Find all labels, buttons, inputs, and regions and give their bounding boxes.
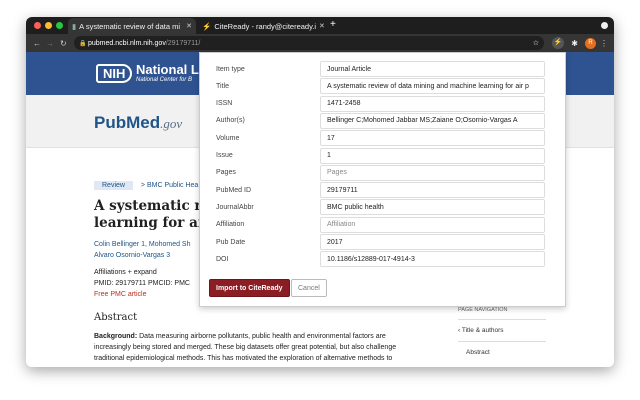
tab-pubmed[interactable]: ▮ A systematic review of data mi ✕: [68, 18, 196, 34]
abstract-text: Background: Data measuring airborne poll…: [94, 333, 397, 362]
profile-avatar[interactable]: R: [585, 37, 596, 49]
field-row: JournalAbbr BMC public health: [216, 199, 545, 216]
field-row: ISSN 1471-2458: [216, 95, 545, 112]
field-label: Author(s): [216, 117, 245, 125]
tab-citeready[interactable]: ⚡ CiteReady - randy@citeready.i ✕: [198, 18, 325, 34]
tab-bar: ▮ A systematic review of data mi ✕ ⚡ Cit…: [26, 17, 614, 34]
bookmark-star-icon[interactable]: ☆: [533, 39, 539, 47]
field-label: Pub Date: [216, 238, 246, 246]
nih-logo[interactable]: NIH: [96, 64, 133, 83]
close-tab-icon[interactable]: ✕: [186, 22, 192, 30]
journal-link[interactable]: > BMC Public Hea: [141, 182, 198, 189]
page-icon: ▮: [72, 21, 77, 31]
back-icon[interactable]: ←: [33, 39, 41, 48]
issue-input[interactable]: 1: [320, 147, 545, 164]
pub-date-input[interactable]: 2017: [320, 234, 545, 250]
nav-title-authors[interactable]: ‹ Title & authors: [458, 319, 546, 341]
pages-input[interactable]: Pages: [320, 164, 545, 181]
page-navigation: PAGE NAVIGATION ‹ Title & authors Abstra…: [458, 307, 546, 363]
pubmed-id-input[interactable]: 29179711: [320, 182, 545, 199]
extensions-icon[interactable]: ✱: [571, 39, 578, 48]
field-label: PubMed ID: [216, 186, 252, 194]
menu-icon[interactable]: ⋮: [600, 39, 608, 48]
reload-icon[interactable]: ↻: [60, 39, 67, 48]
journalabbr-input[interactable]: BMC public health: [320, 199, 545, 216]
field-row: DOI 10.1186/s12889-017-4914-3: [216, 251, 545, 268]
field-label: Pages: [216, 169, 236, 177]
pubmed-logo[interactable]: PubMed.gov: [94, 113, 182, 133]
volume-input[interactable]: 17: [320, 130, 545, 147]
import-button[interactable]: Import to CiteReady: [209, 279, 290, 297]
close-tab-icon[interactable]: ✕: [319, 22, 325, 30]
citeready-import-popup: Import to CiteReady Cancel Item type Jour…: [199, 52, 566, 307]
cancel-button[interactable]: Cancel: [291, 279, 327, 297]
browser-toolbar: ← → ↻ 🔒 pubmed.ncbi.nlm.nih.gov/29179711…: [26, 34, 614, 52]
field-row: Author(s) Bellinger C;Mohomed Jabbar MS;Z…: [216, 112, 545, 129]
field-label: Item type: [216, 65, 245, 73]
maximize-window-button[interactable]: [56, 22, 63, 29]
field-label: JournalAbbr: [216, 203, 254, 211]
field-label: Title: [216, 82, 229, 90]
field-label: ISSN: [216, 100, 233, 108]
doi-input[interactable]: 10.1186/s12889-017-4914-3: [320, 251, 545, 268]
field-row: Title A systematic review of data mining …: [216, 78, 545, 95]
minimize-window-button[interactable]: [45, 22, 52, 29]
field-row: Item type Journal Article: [216, 61, 545, 77]
address-bar[interactable]: 🔒 pubmed.ncbi.nlm.nih.gov/29179711/ ☆: [74, 36, 544, 50]
title-input[interactable]: A systematic review of data mining and m…: [320, 78, 545, 95]
tab-search-button[interactable]: [601, 22, 608, 29]
item-type-input[interactable]: Journal Article: [320, 61, 545, 77]
lock-icon: 🔒: [79, 40, 87, 47]
field-label: Affiliation: [216, 221, 245, 229]
field-row: Issue 1: [216, 147, 545, 164]
field-row: Affiliation Affiliation: [216, 216, 545, 233]
citeready-extension-icon[interactable]: ⚡: [552, 37, 564, 49]
nav-abstract[interactable]: Abstract: [458, 341, 546, 363]
field-label: Issue: [216, 152, 233, 159]
field-row: PubMed ID 29179711: [216, 182, 545, 199]
field-label: DOI: [216, 255, 229, 263]
forward-icon[interactable]: →: [46, 39, 54, 48]
issn-input[interactable]: 1471-2458: [320, 95, 545, 112]
field-row: Pub Date 2017: [216, 234, 545, 250]
citeready-icon: ⚡: [202, 21, 212, 31]
field-label: Volume: [216, 134, 240, 142]
close-window-button[interactable]: [34, 22, 41, 29]
new-tab-button[interactable]: +: [330, 19, 336, 30]
field-row: Volume 17: [216, 130, 545, 147]
affiliation-input[interactable]: Affiliation: [320, 216, 545, 233]
abstract-heading: Abstract: [94, 312, 138, 323]
field-row: Pages Pages: [216, 164, 545, 181]
author-s-input[interactable]: Bellinger C;Mohomed Jabbar MS;Zaiane O;O…: [320, 112, 545, 129]
review-badge: Review: [94, 181, 133, 190]
